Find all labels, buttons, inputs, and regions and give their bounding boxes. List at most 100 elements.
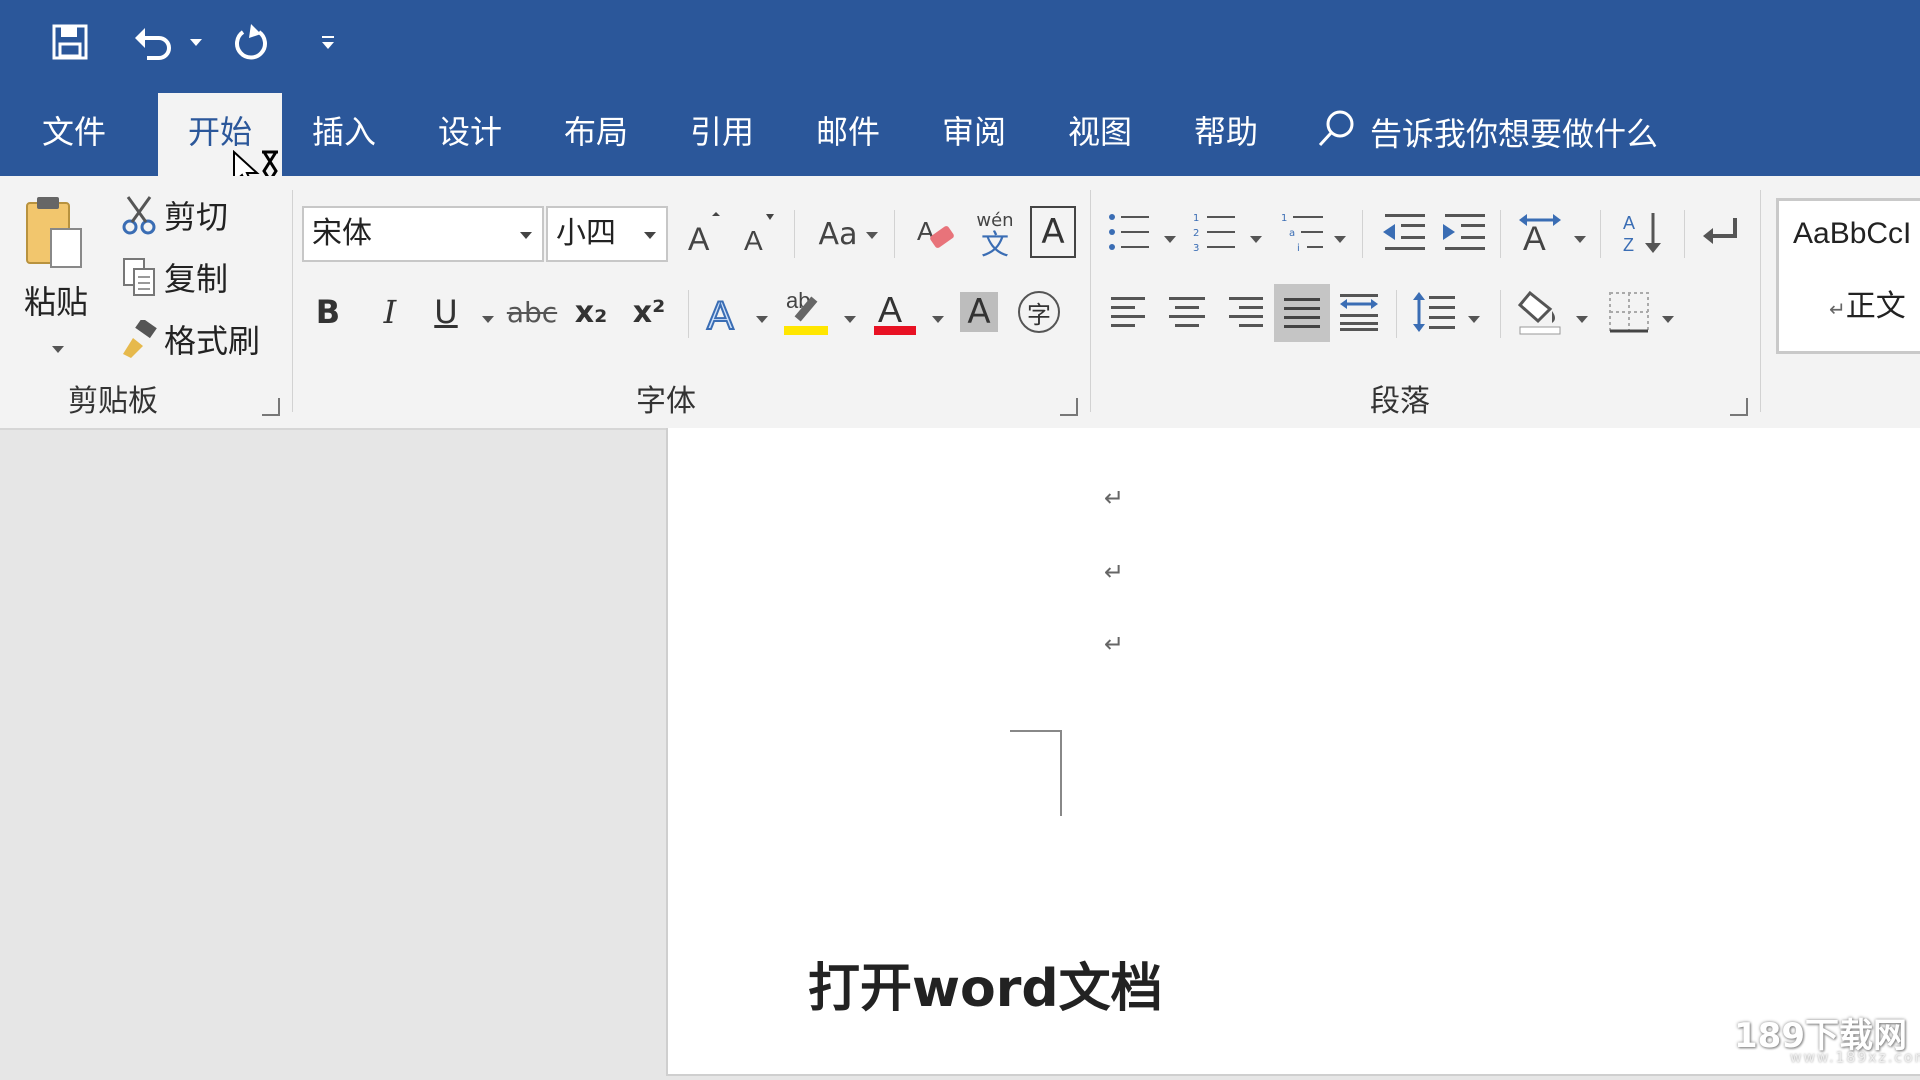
tab-file[interactable]: 文件 — [26, 88, 122, 176]
customize-qat-icon[interactable] — [316, 18, 340, 66]
format-painter-button[interactable]: 格式刷 — [164, 318, 274, 360]
tab-view[interactable]: 视图 — [1052, 88, 1148, 176]
sort-icon[interactable]: AZ — [1618, 206, 1668, 258]
divider — [1500, 210, 1501, 258]
shading-letter: A — [960, 292, 998, 332]
align-right-icon[interactable] — [1220, 286, 1270, 338]
numbering-dropdown-icon[interactable] — [1250, 236, 1262, 243]
align-left-icon[interactable] — [1104, 286, 1154, 338]
text-effects-icon[interactable]: A — [700, 286, 750, 338]
italic-button[interactable]: I — [368, 286, 412, 338]
character-shading-icon[interactable]: A — [956, 286, 1002, 338]
underline-button[interactable]: U — [424, 286, 468, 338]
divider — [1600, 210, 1601, 258]
line-spacing-dropdown-icon[interactable] — [1468, 316, 1480, 323]
undo-dropdown-icon[interactable] — [186, 18, 206, 66]
bold-button[interactable]: B — [306, 286, 350, 338]
enclose-character-icon[interactable]: 字 — [1014, 286, 1064, 338]
format-painter-icon[interactable] — [118, 318, 160, 360]
asian-layout-dropdown-icon[interactable] — [1574, 236, 1586, 243]
character-border-letter: A — [1041, 212, 1065, 252]
font-name-value: 宋体 — [312, 216, 372, 251]
save-icon[interactable] — [46, 18, 94, 66]
style-normal-label: ↵正文 — [1829, 281, 1906, 325]
divider — [1500, 290, 1501, 338]
tab-references[interactable]: 引用 — [674, 88, 770, 176]
paragraph-launcher-icon[interactable] — [1730, 398, 1748, 416]
highlight-icon[interactable]: ab — [780, 284, 834, 340]
clipboard-group-label: 剪贴板 — [68, 384, 158, 419]
pinyin-char: 文 — [980, 227, 1009, 261]
change-case-button[interactable]: Aa — [810, 206, 866, 262]
multilevel-list-icon[interactable]: 1ai — [1278, 206, 1328, 258]
text-effects-dropdown-icon[interactable] — [756, 316, 768, 323]
bullets-icon[interactable] — [1104, 206, 1154, 258]
copy-button[interactable]: 复制 — [164, 256, 244, 298]
shading-dropdown-icon[interactable] — [1576, 316, 1588, 323]
tab-mailings[interactable]: 邮件 — [800, 88, 896, 176]
tab-review[interactable]: 审阅 — [926, 88, 1022, 176]
line-spacing-icon[interactable] — [1408, 286, 1460, 338]
svg-text:A: A — [707, 294, 734, 335]
group-divider — [1760, 190, 1761, 412]
font-color-icon[interactable]: A — [868, 284, 922, 340]
tab-layout[interactable]: 布局 — [548, 88, 644, 176]
redo-icon[interactable] — [226, 18, 276, 66]
undo-icon[interactable] — [128, 18, 178, 66]
paste-button[interactable]: 粘贴 — [18, 280, 94, 321]
clear-formatting-icon[interactable]: A — [912, 206, 962, 262]
shrink-font-icon[interactable]: A — [736, 206, 780, 262]
chevron-down-icon[interactable] — [644, 232, 656, 239]
divider — [1684, 210, 1685, 258]
justify-icon[interactable] — [1274, 284, 1330, 342]
tell-me-search[interactable]: 告诉我你想要做什么 — [1316, 88, 1658, 176]
show-hide-marks-icon[interactable] — [1696, 206, 1746, 258]
svg-text:i: i — [1297, 243, 1300, 253]
paragraph-mark: ↵ — [1104, 484, 1125, 512]
decrease-indent-icon[interactable] — [1378, 206, 1430, 258]
tab-design[interactable]: 设计 — [422, 88, 518, 176]
paste-dropdown-icon[interactable] — [52, 346, 64, 353]
cut-icon[interactable] — [118, 194, 160, 236]
pilcrow-icon: ↵ — [1829, 297, 1846, 321]
strikethrough-button[interactable]: abc — [504, 286, 560, 338]
shading-icon[interactable] — [1514, 284, 1566, 340]
group-divider — [292, 190, 293, 412]
tab-help[interactable]: 帮助 — [1178, 88, 1274, 176]
tab-insert[interactable]: 插入 — [296, 88, 392, 176]
clipboard-launcher-icon[interactable] — [262, 398, 280, 416]
distributed-icon[interactable] — [1334, 286, 1384, 338]
style-normal[interactable]: AaBbCcI ↵正文 — [1776, 198, 1920, 354]
grow-font-icon[interactable]: A — [682, 206, 726, 262]
chevron-down-icon[interactable] — [520, 232, 532, 239]
align-center-icon[interactable] — [1162, 286, 1212, 338]
subscript-button[interactable]: x₂ — [566, 286, 616, 338]
font-size-combo[interactable]: 小四 — [546, 206, 668, 262]
copy-icon[interactable] — [118, 256, 160, 298]
highlight-dropdown-icon[interactable] — [844, 316, 856, 323]
font-group-label: 字体 — [636, 384, 696, 419]
svg-text:2: 2 — [1193, 228, 1199, 239]
cut-button[interactable]: 剪切 — [164, 194, 244, 236]
divider — [1362, 210, 1363, 258]
superscript-button[interactable]: x² — [624, 286, 674, 338]
asian-layout-icon[interactable]: A — [1514, 206, 1566, 258]
change-case-dropdown-icon[interactable] — [866, 232, 878, 239]
font-name-combo[interactable]: 宋体 — [302, 206, 544, 262]
font-launcher-icon[interactable] — [1060, 398, 1078, 416]
multilevel-dropdown-icon[interactable] — [1334, 236, 1346, 243]
borders-icon[interactable] — [1604, 286, 1654, 338]
paragraph-mark: ↵ — [1104, 630, 1125, 658]
phonetic-guide-button[interactable]: wén 文 — [970, 204, 1020, 264]
svg-text:A: A — [1623, 213, 1635, 233]
character-border-icon[interactable]: A — [1030, 206, 1076, 258]
increase-indent-icon[interactable] — [1438, 206, 1490, 258]
font-color-dropdown-icon[interactable] — [932, 316, 944, 323]
clipboard-paste-icon[interactable] — [18, 190, 94, 280]
bullets-dropdown-icon[interactable] — [1164, 236, 1176, 243]
svg-text:a: a — [1289, 228, 1295, 239]
numbering-icon[interactable]: 1 2 3 — [1190, 206, 1240, 258]
paragraph-group-label: 段落 — [1370, 384, 1430, 419]
borders-dropdown-icon[interactable] — [1662, 316, 1674, 323]
underline-dropdown-icon[interactable] — [482, 316, 494, 323]
